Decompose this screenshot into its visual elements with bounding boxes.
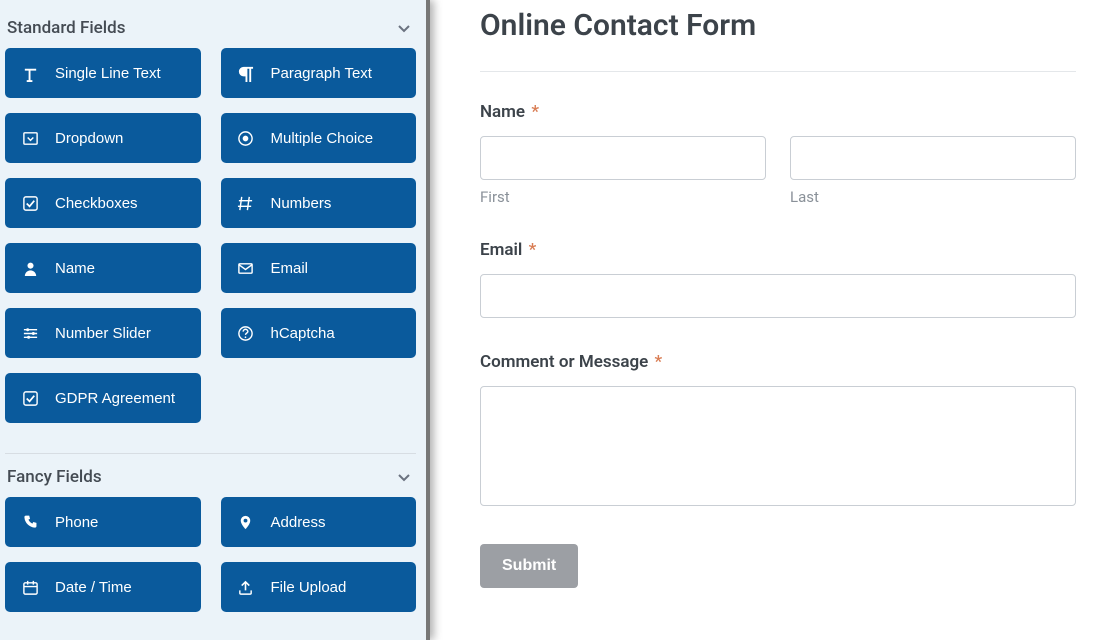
sidebar: Standard Fields Single Line Text Paragrap… <box>0 0 430 640</box>
field-phone[interactable]: Phone <box>5 497 201 547</box>
field-email[interactable]: Email <box>221 243 417 293</box>
field-number-slider[interactable]: Number Slider <box>5 308 201 358</box>
email-label-text: Email <box>480 240 522 260</box>
field-file-upload[interactable]: File Upload <box>221 562 417 612</box>
field-label: Checkboxes <box>55 195 138 212</box>
name-row: First Last <box>480 136 1076 206</box>
name-label: Name * <box>480 102 1076 122</box>
sliders-icon <box>21 324 39 342</box>
fancy-fields-grid: Phone Address Date / Time File Upload <box>5 497 421 632</box>
dropdown-icon <box>21 129 39 147</box>
last-name-input[interactable] <box>790 136 1076 180</box>
field-gdpr-agreement[interactable]: GDPR Agreement <box>5 373 201 423</box>
form-title: Online Contact Form <box>480 8 1076 43</box>
email-label: Email * <box>480 240 1076 260</box>
field-single-line-text[interactable]: Single Line Text <box>5 48 201 98</box>
field-name[interactable]: Name <box>5 243 201 293</box>
checkbox-icon <box>21 194 39 212</box>
message-label-text: Comment or Message <box>480 352 648 372</box>
field-label: Paragraph Text <box>271 65 372 82</box>
paragraph-icon <box>237 64 255 82</box>
chevron-down-icon <box>395 19 413 37</box>
user-icon <box>21 259 39 277</box>
chevron-down-icon <box>395 468 413 486</box>
standard-fields-header[interactable]: Standard Fields <box>5 10 421 48</box>
section-divider <box>5 453 416 454</box>
field-checkboxes[interactable]: Checkboxes <box>5 178 201 228</box>
email-input[interactable] <box>480 274 1076 318</box>
field-label: File Upload <box>271 579 347 596</box>
message-group: Comment or Message * <box>480 352 1076 510</box>
question-icon <box>237 324 255 342</box>
required-mark: * <box>529 240 537 260</box>
field-multiple-choice[interactable]: Multiple Choice <box>221 113 417 163</box>
field-paragraph-text[interactable]: Paragraph Text <box>221 48 417 98</box>
field-label: Email <box>271 260 309 277</box>
field-label: Phone <box>55 514 98 531</box>
fancy-fields-header[interactable]: Fancy Fields <box>5 459 421 497</box>
text-icon <box>21 64 39 82</box>
marker-icon <box>237 513 255 531</box>
calendar-icon <box>21 578 39 596</box>
field-label: hCaptcha <box>271 325 335 342</box>
standard-fields-grid: Single Line Text Paragraph Text Dropdown Mu… <box>5 48 421 443</box>
email-group: Email * <box>480 240 1076 318</box>
required-mark: * <box>655 352 663 372</box>
message-label: Comment or Message * <box>480 352 1076 372</box>
last-sublabel: Last <box>790 188 1076 206</box>
fancy-fields-title: Fancy Fields <box>7 467 102 487</box>
radio-icon <box>237 129 255 147</box>
phone-icon <box>21 513 39 531</box>
field-label: Single Line Text <box>55 65 161 82</box>
field-date-time[interactable]: Date / Time <box>5 562 201 612</box>
field-address[interactable]: Address <box>221 497 417 547</box>
field-label: Number Slider <box>55 325 151 342</box>
standard-fields-title: Standard Fields <box>7 18 125 38</box>
hash-icon <box>237 194 255 212</box>
field-label: Multiple Choice <box>271 130 374 147</box>
field-hcaptcha[interactable]: hCaptcha <box>221 308 417 358</box>
submit-button[interactable]: Submit <box>480 544 578 588</box>
field-label: Numbers <box>271 195 332 212</box>
form-preview: Online Contact Form Name * First Last Em… <box>430 0 1116 640</box>
message-textarea[interactable] <box>480 386 1076 506</box>
upload-icon <box>237 578 255 596</box>
envelope-icon <box>237 259 255 277</box>
field-label: Date / Time <box>55 579 132 596</box>
checkbox-icon <box>21 389 39 407</box>
field-numbers[interactable]: Numbers <box>221 178 417 228</box>
form-divider <box>480 71 1076 72</box>
field-dropdown[interactable]: Dropdown <box>5 113 201 163</box>
field-label: Address <box>271 514 326 531</box>
first-name-input[interactable] <box>480 136 766 180</box>
name-group: Name * First Last <box>480 102 1076 206</box>
required-mark: * <box>531 102 539 122</box>
field-label: GDPR Agreement <box>55 390 175 407</box>
field-label: Name <box>55 260 95 277</box>
name-label-text: Name <box>480 102 525 122</box>
field-label: Dropdown <box>55 130 123 147</box>
first-sublabel: First <box>480 188 766 206</box>
